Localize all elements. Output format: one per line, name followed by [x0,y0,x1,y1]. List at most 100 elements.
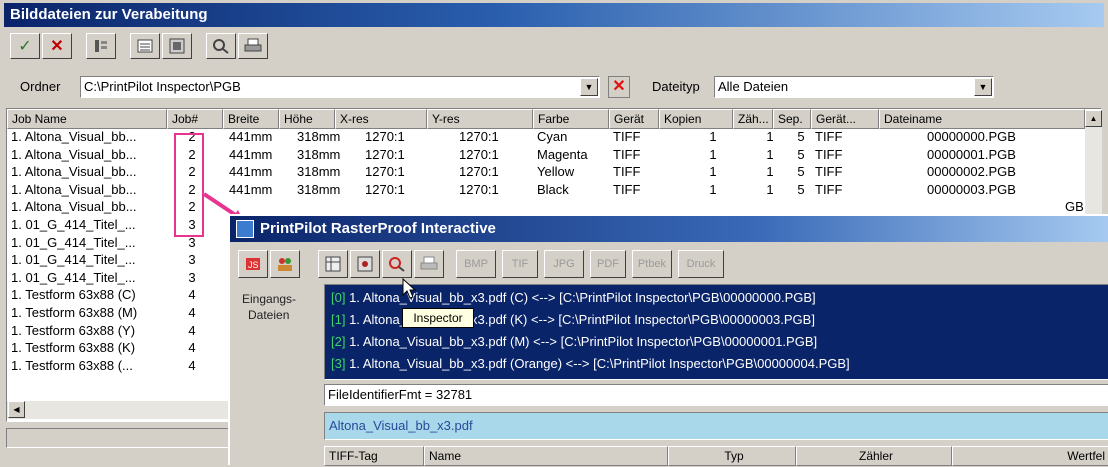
col-header[interactable]: Name [424,446,668,466]
table-cell: 1 [766,164,774,180]
table-cell: 5 [797,164,805,180]
col-header[interactable]: Wertfel [952,446,1108,466]
table-cell: 318mm [297,129,341,144]
table-cell: 4 [188,287,196,303]
col-header[interactable]: Zäh... [733,109,773,129]
list-item[interactable]: [2] 1. Altona_Visual_bb_x3.pdf (M) <--> … [331,331,817,353]
job-name-cell: 1. 01_G_414_Titel_... [11,217,136,232]
list-item[interactable]: [3] 1. Altona_Visual_bb_x3.pdf (Orange) … [331,353,850,375]
job-name-cell: 1. Testform 63x88 (... [11,357,133,373]
col-header[interactable]: Job# [167,109,223,129]
table-cell: 441mm [229,146,273,162]
col-header[interactable]: Breite [223,109,279,129]
table-cell [693,199,733,215]
table-cell: TIFF [613,164,641,180]
druck-button[interactable]: Druck [678,250,724,278]
table-cell [815,199,875,215]
cancel-icon[interactable]: ✕ [42,33,72,59]
tree-view-icon[interactable] [86,33,116,59]
table-cell: 441mm [229,129,273,144]
inspector-icon[interactable] [382,250,412,278]
col-header[interactable]: Höhe [279,109,335,129]
table-cell: 00000002.PGB [927,164,1016,180]
table-cell: 318mm [297,181,341,197]
bmp-button[interactable]: BMP [456,250,496,278]
input-files-list[interactable]: [0] 1. Altona_Visual_bb_x3.pdf (C) <--> … [324,284,1108,380]
table-cell: 1270:1 [365,181,405,197]
users-icon[interactable] [270,250,300,278]
filetype-dropdown[interactable]: Alle Dateien ▼ [714,76,994,98]
identifier-field[interactable]: FileIdentifierFmt = 32781 [324,384,1108,406]
chevron-down-icon[interactable]: ▼ [580,78,598,96]
col-header[interactable]: Farbe [533,109,609,129]
table-cell: 3 [188,269,196,285]
clear-folder-icon[interactable]: ✕ [608,76,630,98]
table-cell: 1270:1 [365,146,405,162]
job-name-cell: 1. Testform 63x88 (Y) [11,322,136,338]
col-header[interactable]: Kopien [659,109,733,129]
table-cell: 5 [797,129,805,144]
table-cell: 4 [188,305,196,320]
settings-icon[interactable] [350,250,380,278]
table-cell: 1 [766,146,774,162]
col-header[interactable]: Typ [668,446,796,466]
pdf-name-field[interactable]: Altona_Visual_bb_x3.pdf [324,412,1108,440]
table-cell: 4 [188,340,196,356]
table-cell: 5 [797,181,805,197]
table-cell [365,199,445,215]
print-icon[interactable] [414,250,444,278]
table-cell: Yellow [537,164,575,180]
folder-value: C:\PrintPilot Inspector\PGB [84,79,241,94]
col-header[interactable]: Sep. [773,109,811,129]
table-cell: TIFF [815,164,843,180]
scroll-left-icon[interactable]: ◀ [8,401,25,418]
col-header[interactable]: Zähler [796,446,952,466]
inspector-icon[interactable] [206,33,236,59]
grid-icon[interactable] [318,250,348,278]
table-cell: 00000001.PGB [927,146,1016,162]
cursor-icon [402,278,417,299]
chevron-down-icon[interactable]: ▼ [974,78,992,96]
pdf-button[interactable]: PDF [590,250,626,278]
jpg-button[interactable]: JPG [544,250,584,278]
col-header[interactable]: Gerät... [811,109,879,129]
col-header[interactable]: Gerät [609,109,659,129]
table-cell: 5 [797,146,805,162]
table-cell: TIFF [613,181,641,197]
rasterproof-window: PrintPilot RasterProof Interactive JS BM… [228,214,1108,467]
table-cell: 1270:1 [459,129,499,144]
table-cell: 00000000.PGB [927,129,1016,144]
table-cell: 00000003.PGB [927,181,1016,197]
filetype-label: Dateityp [652,79,700,94]
col-header[interactable]: Dateiname [879,109,1085,129]
col-header[interactable]: Job Name [7,109,167,129]
file-text: 1. Altona_Visual_bb_x3.pdf (M) <--> [C:\… [345,334,818,349]
job-name-cell: 1. Testform 63x88 (K) [11,340,136,356]
job-name-cell: 1. 01_G_414_Titel_... [11,252,136,268]
table-cell: 1270:1 [365,129,405,144]
table-cell: 441mm [229,164,273,180]
col-header[interactable]: Y-res [427,109,533,129]
details-icon[interactable] [162,33,192,59]
table-cell [755,199,785,215]
col-header[interactable]: X-res [335,109,427,129]
tif-button[interactable]: TIF [502,250,538,278]
file-index: [3] [331,356,346,371]
job-name-cell: 1. Altona_Visual_bb... [11,129,137,144]
list-view-icon[interactable] [130,33,160,59]
job-name-cell: 1. Testform 63x88 (M) [11,305,138,320]
table-cell: TIFF [815,129,843,144]
table-cell: 1 [709,146,717,162]
tag-table-header: TIFF-Tag Name Typ Zähler Wertfel [324,446,1108,467]
col-header[interactable]: TIFF-Tag [324,446,424,466]
table-cell: 1270:1 [459,146,499,162]
scroll-up-icon[interactable]: ▲ [1085,110,1102,127]
ok-icon[interactable]: ✓ [10,33,40,59]
job-name-cell: 1. 01_G_414_Titel_... [11,234,136,250]
table-cell [297,199,361,215]
print-icon[interactable] [238,33,268,59]
job-name-cell: 1. 01_G_414_Titel_... [11,269,136,285]
ptbek-button[interactable]: Ptbek [632,250,672,278]
folder-dropdown[interactable]: C:\PrintPilot Inspector\PGB ▼ [80,76,600,98]
script-icon[interactable]: JS [238,250,268,278]
